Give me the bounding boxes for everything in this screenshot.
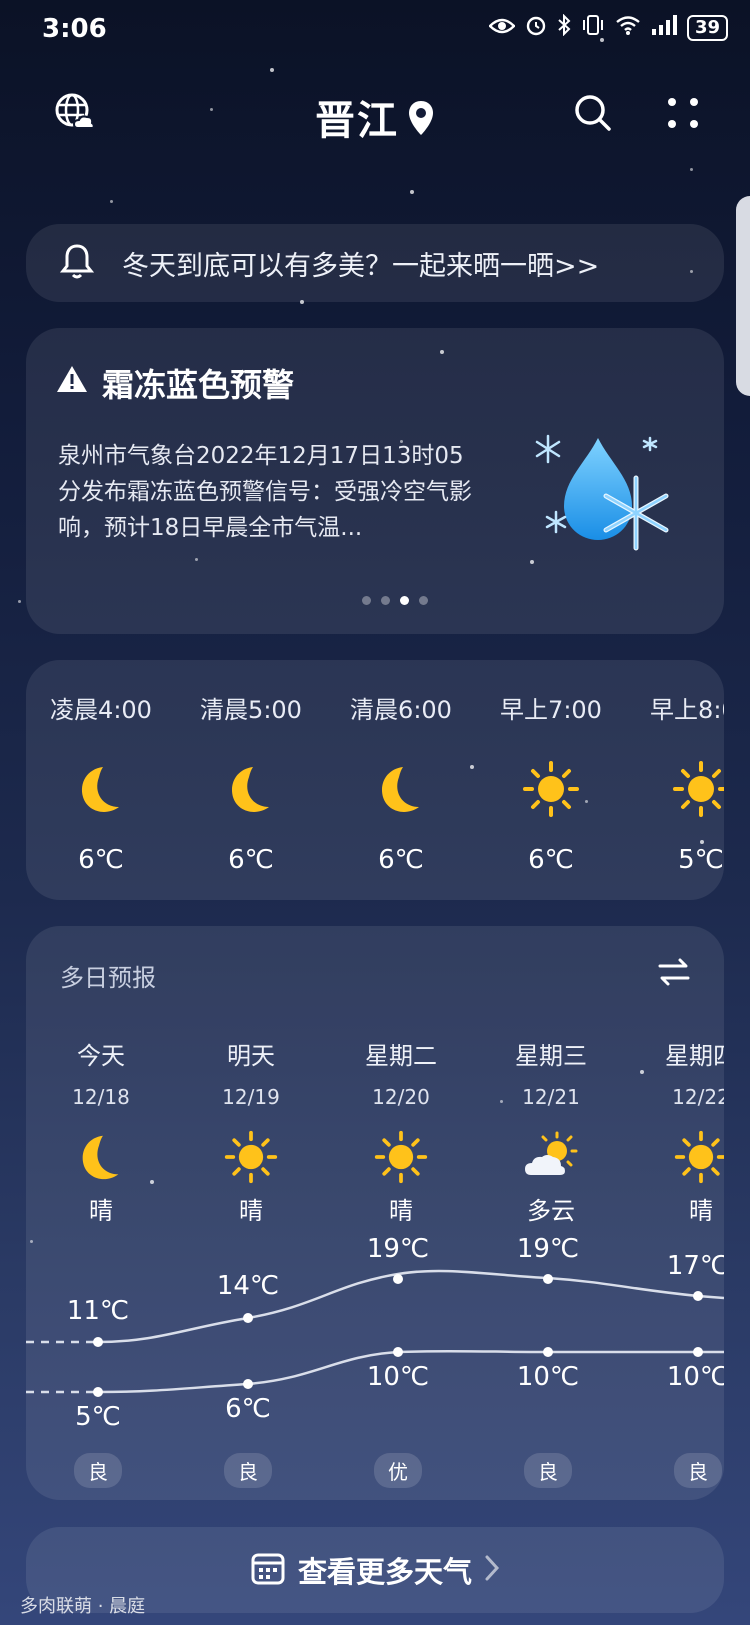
high-temp-point (543, 1274, 553, 1284)
high-temp-label: 14℃ (216, 1271, 280, 1301)
page-dot-active[interactable] (400, 596, 409, 605)
hourly-item[interactable]: 早上7:00 6℃ (476, 690, 626, 875)
search-icon (573, 93, 613, 137)
sun-icon (626, 749, 724, 829)
moon-icon (26, 749, 176, 829)
hour-time: 凌晨4:00 (50, 696, 152, 724)
bell-icon (59, 243, 95, 283)
aqi-badge: 良 (524, 1453, 572, 1488)
hour-time: 早上7:00 (500, 696, 602, 724)
low-temp-label: 10℃ (366, 1362, 430, 1392)
side-panel-handle[interactable] (736, 196, 750, 396)
eye-icon (488, 16, 516, 40)
low-temp-label: 10℃ (516, 1362, 580, 1392)
signal-icon (651, 15, 677, 40)
high-temp-label: 11℃ (66, 1296, 130, 1326)
hour-temp: 5℃ (678, 845, 724, 875)
aqi-badge: 良 (74, 1453, 122, 1488)
bluetooth-icon (557, 13, 571, 41)
low-temp-label: 10℃ (666, 1362, 724, 1392)
hourly-item[interactable]: 早上8:00 5℃ (626, 690, 724, 875)
low-temp-label: 6℃ (225, 1394, 271, 1424)
more-options-button[interactable] (658, 90, 708, 140)
hour-temp: 6℃ (378, 845, 424, 875)
more-weather-label: 查看更多天气 (297, 1555, 472, 1589)
hour-temp: 6℃ (528, 845, 574, 875)
location-pin-icon (407, 99, 435, 147)
alert-title: 霜冻蓝色预警 (56, 360, 294, 406)
high-temp-line (97, 1269, 724, 1344)
high-temp-point (93, 1337, 103, 1347)
high-temp-point (393, 1274, 403, 1284)
warning-icon (56, 364, 88, 402)
sun-icon (476, 749, 626, 829)
page-dot[interactable] (362, 596, 371, 605)
four-dots-icon (666, 96, 700, 134)
high-temp-point (243, 1313, 253, 1323)
hourly-item[interactable]: 凌晨4:00 6℃ (26, 690, 176, 875)
aqi-badge: 良 (224, 1453, 272, 1488)
aqi-badge: 优 (374, 1453, 422, 1488)
notice-banner[interactable]: 冬天到底可以有多美？一起来晒一晒>> (26, 224, 724, 302)
low-temp-point (243, 1379, 253, 1389)
hourly-forecast[interactable]: 凌晨4:00 6℃ 清晨5:00 6℃ 清晨6:00 6℃ 早上7:00 6℃ … (26, 660, 724, 900)
high-temp-label: 19℃ (516, 1234, 580, 1264)
low-temp-point (393, 1347, 403, 1357)
hour-temp: 6℃ (228, 845, 274, 875)
status-time: 3:06 (42, 14, 107, 44)
status-bar: 3:06 39 (0, 0, 750, 56)
page-dot[interactable] (419, 596, 428, 605)
high-temp-label: 17℃ (666, 1251, 724, 1281)
hourly-item[interactable]: 清晨5:00 6℃ (176, 690, 326, 875)
vibrate-icon (581, 14, 605, 41)
alarm-icon (525, 14, 547, 41)
hour-temp: 6℃ (78, 845, 124, 875)
calendar-icon (250, 1550, 286, 1590)
wifi-icon (615, 15, 641, 40)
low-temp-point (93, 1387, 103, 1397)
moon-icon (326, 749, 476, 829)
battery-indicator: 39 (686, 14, 728, 41)
alert-pagination (26, 596, 724, 605)
search-button[interactable] (568, 90, 618, 140)
hourly-item[interactable]: 清晨6:00 6℃ (326, 690, 476, 875)
weather-alert-card[interactable]: 霜冻蓝色预警 泉州市气象台2022年12月17日13时05分发布霜冻蓝色预警信号… (26, 328, 724, 634)
low-temp-point (693, 1347, 703, 1357)
page-dot[interactable] (381, 596, 390, 605)
hour-time: 早上8:00 (650, 696, 724, 724)
hour-time: 清晨5:00 (200, 696, 302, 724)
temperature-trend-chart (26, 1269, 724, 1397)
low-temp-label: 5℃ (75, 1402, 121, 1432)
app-header: 晋江 (0, 80, 750, 150)
status-icons: 39 (488, 13, 728, 41)
aqi-badge: 良 (674, 1453, 722, 1488)
city-title[interactable]: 晋江 (0, 88, 750, 147)
low-temp-point (543, 1347, 553, 1357)
daily-forecast[interactable]: 多日预报 今天 12/18 晴 明天 12/19 晴 星期二 12/20 晴 星… (26, 926, 724, 1500)
frost-droplet-icon (526, 428, 686, 558)
notice-text: 冬天到底可以有多美？一起来晒一晒>> (122, 250, 600, 282)
city-name: 晋江 (315, 98, 399, 144)
chevron-right-icon (484, 1554, 500, 1586)
alert-body: 泉州市气象台2022年12月17日13时05分发布霜冻蓝色预警信号：受强冷空气影… (58, 443, 472, 541)
moon-icon (176, 749, 326, 829)
watermark-text: 多肉联萌 · 晨庭 (20, 1596, 146, 1617)
high-temp-point (693, 1291, 703, 1301)
hour-time: 清晨6:00 (350, 696, 452, 724)
high-temp-label: 19℃ (366, 1234, 430, 1264)
alert-title-text: 霜冻蓝色预警 (102, 366, 295, 404)
